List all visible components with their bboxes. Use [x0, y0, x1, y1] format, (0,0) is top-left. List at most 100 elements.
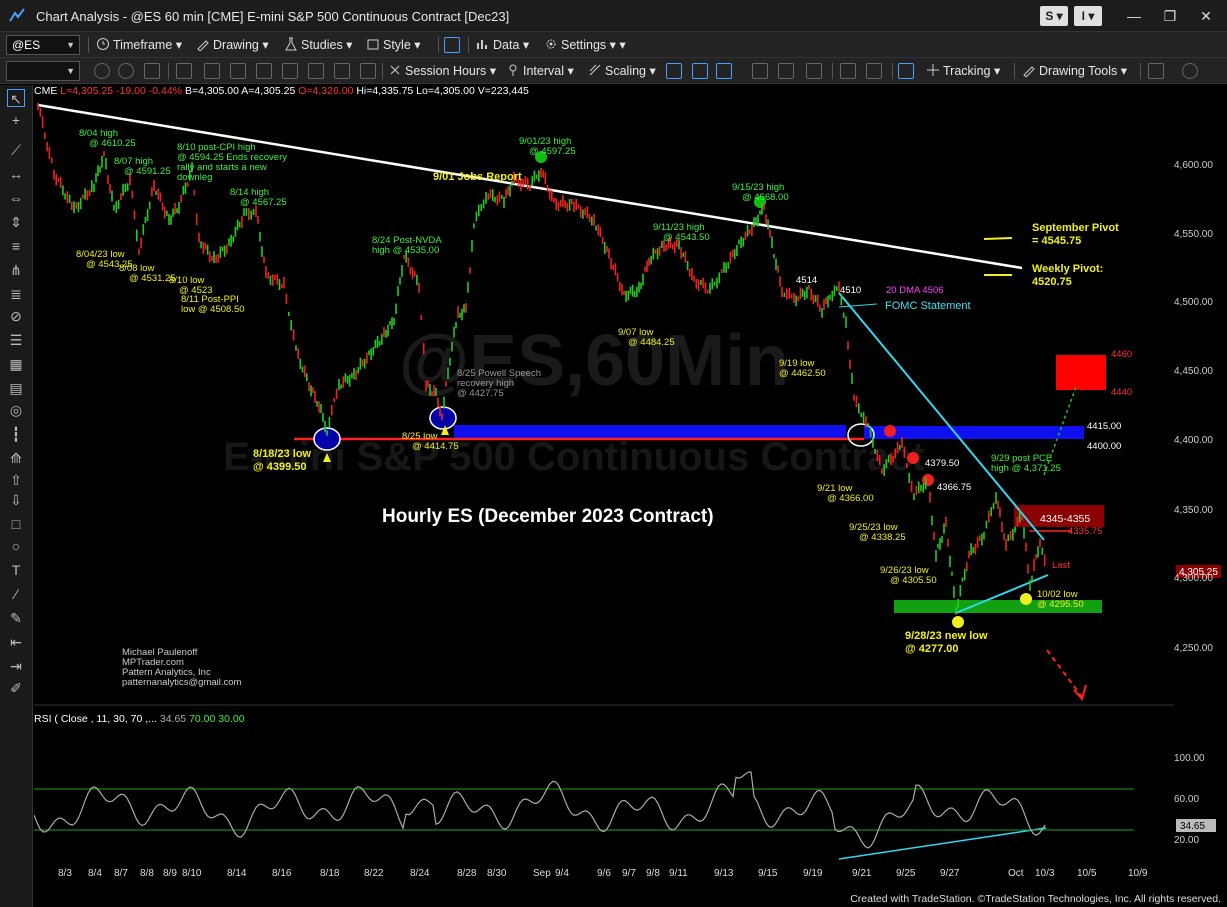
chart-icon[interactable]	[282, 63, 298, 79]
zoom-in-icon[interactable]	[752, 63, 768, 79]
expand-icon[interactable]	[866, 63, 882, 79]
price-chart-canvas: @ES,60Min E-mini S&P 500 Continuous Cont…	[34, 85, 1227, 907]
horizontal-line-icon[interactable]: ⇕	[7, 213, 25, 231]
ellipse-tool-icon[interactable]: ○	[7, 537, 25, 555]
marker-down-2	[907, 452, 919, 464]
close-button[interactable]: ✕	[1192, 4, 1220, 28]
annotation: high @ 4,371.25	[991, 464, 1061, 474]
scaling-menu[interactable]: Scaling ▾	[588, 62, 656, 80]
time-axis-label: 8/8	[140, 868, 154, 879]
data-menu[interactable]: Data ▾	[476, 36, 529, 54]
minimize-button[interactable]: —	[1120, 4, 1148, 28]
interval-menu[interactable]: Interval ▾	[506, 62, 574, 80]
window-icon[interactable]	[144, 63, 160, 79]
pitchfork-tool-icon[interactable]: ⋔	[7, 261, 25, 279]
fomc-pointer	[839, 304, 877, 307]
tools-icon[interactable]	[360, 63, 376, 79]
symbol-input[interactable]: @ES ▼	[6, 35, 80, 55]
table-icon[interactable]	[334, 63, 350, 79]
drawing-menu[interactable]: Drawing ▾	[196, 36, 269, 54]
annotation: @ 4591.25	[124, 167, 171, 177]
symbol-link-button[interactable]: S ▾	[1040, 6, 1068, 26]
fibonacci-tool-icon[interactable]: ≣	[7, 285, 25, 303]
session-icon	[388, 63, 402, 77]
refresh-icon[interactable]	[94, 63, 110, 79]
annotation: @ 4568.00	[742, 193, 789, 203]
chart-area[interactable]: @ES,60Min E-mini S&P 500 Continuous Cont…	[34, 85, 1227, 907]
measure-tool-icon[interactable]: ⇤	[7, 633, 25, 651]
scroll-icon[interactable]	[806, 63, 822, 79]
up-arrow-icon[interactable]: ⇧	[7, 471, 25, 489]
bar-style-icon[interactable]	[666, 63, 682, 79]
line-style-icon[interactable]	[716, 63, 732, 79]
export-icon[interactable]	[1148, 63, 1164, 79]
magnifier-icon[interactable]	[840, 63, 856, 79]
sync-icon[interactable]	[118, 63, 134, 79]
time-zone-icon[interactable]: ┇	[7, 425, 25, 443]
last-price: L=4,305.25	[60, 85, 113, 97]
chat-icon[interactable]	[1182, 63, 1198, 79]
channel-tool-icon[interactable]: ≡	[7, 237, 25, 255]
volume: V=223,445	[478, 85, 529, 97]
brush-tool-icon[interactable]: ✎	[7, 609, 25, 627]
indicator-link-button[interactable]: I ▾	[1074, 6, 1102, 26]
style-icon	[366, 37, 380, 51]
studies-menu[interactable]: Studies ▾	[284, 36, 352, 54]
time-axis-label: 10/9	[1128, 868, 1147, 879]
arrow-tool-icon[interactable]: ⇔	[7, 189, 25, 207]
interval-select[interactable]: ▼	[6, 61, 80, 81]
spiral-tool-icon[interactable]: ◎	[7, 401, 25, 419]
time-axis-label: 9/8	[646, 868, 660, 879]
candlestick-icon[interactable]	[692, 63, 708, 79]
levels-tool-icon[interactable]: ☰	[7, 331, 25, 349]
analysis-icon[interactable]	[256, 63, 272, 79]
text-icon[interactable]	[230, 63, 246, 79]
rectangle-tool-icon[interactable]: □	[7, 515, 25, 533]
pointer-tool-icon[interactable]: ↖	[7, 89, 25, 107]
session-hours-menu[interactable]: Session Hours ▾	[388, 62, 496, 80]
trendline-tool-icon[interactable]: ⟋	[7, 141, 25, 159]
style-menu[interactable]: Style ▾	[366, 36, 421, 54]
annotation: @ 4543.50	[663, 233, 710, 243]
insert-icon[interactable]	[204, 63, 220, 79]
low-price: Lo=4,305.00	[416, 85, 475, 97]
eraser-tool-icon[interactable]: ⁄	[7, 585, 25, 603]
zoom-out-icon[interactable]	[778, 63, 794, 79]
lock-tool-icon[interactable]: ⇥	[7, 657, 25, 675]
rsi-oversold: 30.00	[218, 713, 244, 725]
pencil-icon	[196, 37, 210, 51]
annotation: @ 4366.00	[827, 494, 874, 504]
marker-up-9-28	[952, 616, 964, 628]
cycle-tool-icon[interactable]: ▤	[7, 379, 25, 397]
drawing-tools-icon	[1022, 63, 1036, 77]
tradestation-logo-icon	[8, 7, 26, 25]
text-tool-icon[interactable]: T	[7, 561, 25, 579]
marker-down-1	[884, 425, 896, 437]
grid-tool-icon[interactable]: ▦	[7, 355, 25, 373]
drawing-tools-menu[interactable]: Drawing Tools ▾	[1022, 62, 1127, 80]
layout-icon[interactable]	[444, 37, 460, 53]
settings-tool-icon[interactable]: ✐	[7, 679, 25, 697]
gann-tool-icon[interactable]: ⊘	[7, 307, 25, 325]
separator	[832, 63, 833, 79]
resistance-zone-blue	[454, 425, 846, 438]
zoom-data-icon[interactable]	[176, 63, 192, 79]
price-axis-label: 4,550.00	[1174, 229, 1213, 240]
annotation: 4460	[1111, 350, 1132, 360]
timeframe-menu[interactable]: Timeframe ▾	[96, 36, 182, 54]
down-arrow-icon[interactable]: ⇩	[7, 491, 25, 509]
price-axis-label: 4,300.00	[1174, 573, 1213, 584]
annotation: 4400.00	[1087, 442, 1121, 452]
ray-tool-icon[interactable]: ↔	[7, 165, 25, 183]
arc-tool-icon[interactable]: ⟰	[7, 449, 25, 467]
annotation: 9/01 Jobs Report	[433, 172, 522, 182]
settings-menu[interactable]: Settings ▾ ▾	[544, 36, 626, 54]
cross-tool-icon[interactable]: +	[7, 111, 25, 129]
separator	[892, 63, 893, 79]
rsi-axis-label: 20.00	[1174, 835, 1199, 846]
grid-icon[interactable]	[308, 63, 324, 79]
grid-toggle-icon[interactable]	[898, 63, 914, 79]
maximize-button[interactable]: ❐	[1156, 4, 1184, 28]
tracking-menu[interactable]: Tracking ▾	[926, 62, 1000, 80]
high-price: Hi=4,335.75	[356, 85, 413, 97]
